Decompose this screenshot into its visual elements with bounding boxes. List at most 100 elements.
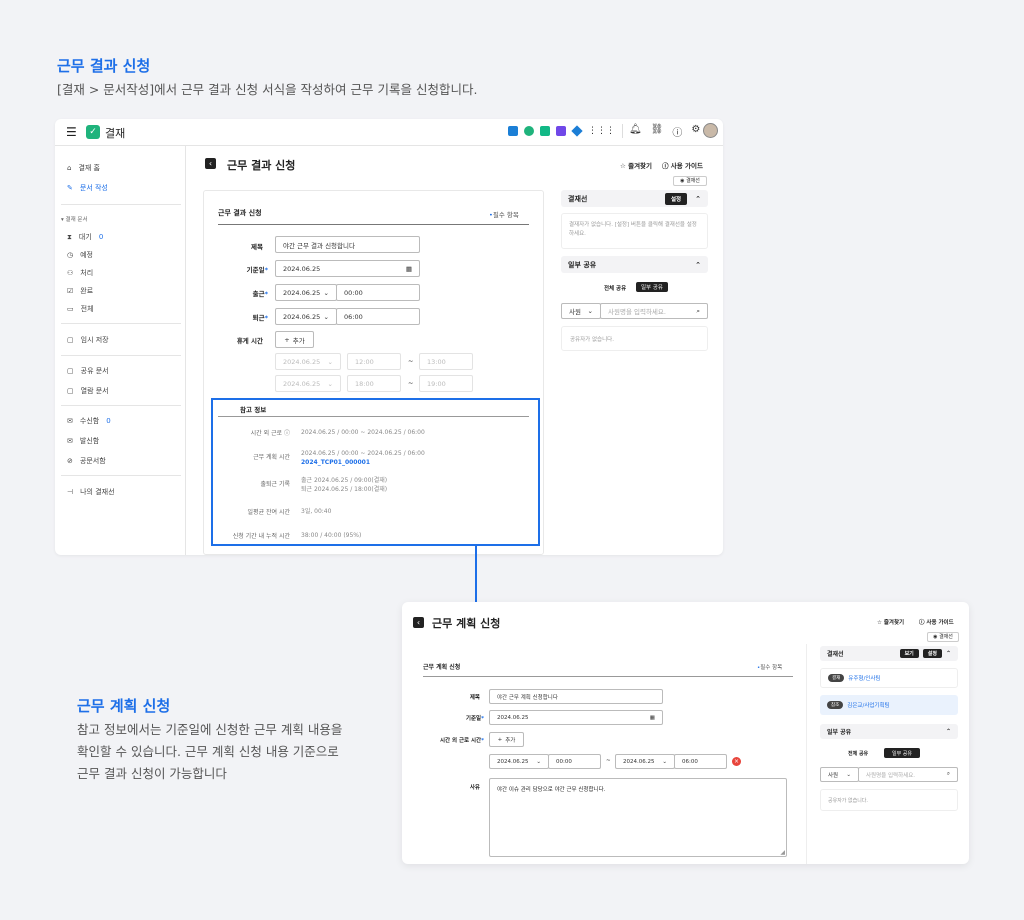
approval-line-button[interactable]: ◉ 결재선	[927, 632, 959, 642]
help-icon[interactable]: ⓘ	[672, 124, 682, 139]
org-icon[interactable]: ⛓︎	[651, 124, 664, 139]
tilde: ~	[408, 357, 414, 365]
resize-handle-icon[interactable]: ◢	[780, 849, 785, 856]
chat-icon[interactable]	[524, 126, 534, 136]
plus-icon: +	[284, 335, 290, 344]
overtime-label: 시간 외 근로 ⓘ	[250, 430, 290, 437]
add-overtime-button[interactable]: + 추가	[489, 732, 524, 747]
break-from-input[interactable]: 12:00	[347, 353, 401, 370]
approver-name[interactable]: 유주형/인사팀	[848, 674, 880, 682]
chevron-up-icon[interactable]: ⌃	[946, 728, 951, 735]
mail-icon[interactable]	[540, 126, 550, 136]
back-icon[interactable]: ‹	[413, 617, 424, 628]
sidebar-item-all[interactable]: ▭ 전체	[67, 304, 94, 314]
chevron-down-icon: ⌄	[846, 771, 851, 778]
share-search-input[interactable]: 사원명을 입력하세요. ⌕	[600, 303, 708, 319]
sidebar-item-viewed[interactable]: ▢ 열람 문서	[67, 386, 109, 396]
share-select[interactable]: 사원 ⌄	[820, 767, 859, 782]
break-to-input[interactable]: 13:00	[419, 353, 473, 370]
subject-input[interactable]: 야간 근무 결과 신청합니다	[275, 236, 420, 253]
app-icons: ⋮⋮⋮	[508, 125, 615, 137]
setting-button[interactable]: 설정	[922, 649, 942, 658]
sidebar-item-scheduled[interactable]: ◷ 예정	[67, 250, 93, 260]
view-button[interactable]: 보기	[899, 649, 919, 658]
sidebar-item-shared[interactable]: ▢ 공유 문서	[67, 366, 109, 376]
share-part-tab[interactable]: 일부 공유	[636, 282, 668, 292]
chevron-up-icon[interactable]: ⌃	[695, 261, 701, 269]
add-break-button[interactable]: + 추가	[275, 331, 314, 348]
date-input[interactable]: 2024.06.25 ▦	[489, 710, 663, 725]
from-date-select[interactable]: 2024.06.25 ⌄	[489, 754, 549, 769]
viewed-icon: ▢	[67, 387, 74, 395]
approver-row: 결재 유주형/인사팀	[820, 668, 958, 688]
accum-value: 38:00 / 40:00 (95%)	[301, 532, 362, 539]
date-input[interactable]: 2024.06.25 ▦	[275, 260, 420, 277]
calendar-icon[interactable]	[556, 126, 566, 136]
sidebar-divider	[61, 204, 181, 205]
sidebar-item-outbox[interactable]: ✉ 발신함	[67, 436, 99, 446]
plan-value: 2024.06.25 / 00:00 ~ 2024.06.25 / 06:00	[301, 450, 425, 457]
search-icon[interactable]: ⌕	[947, 771, 950, 778]
menu-icon[interactable]: ☰	[66, 125, 77, 139]
break-date-select[interactable]: 2024.06.25 ⌄	[275, 375, 341, 392]
avatar[interactable]	[703, 123, 718, 138]
plus-icon: +	[497, 736, 503, 743]
favorite-link[interactable]: ☆ 즐겨찾기	[620, 160, 652, 170]
start-date-select[interactable]: 2024.06.25 ⌄	[275, 284, 337, 301]
guide-link[interactable]: ⓘ 사용 가이드	[919, 618, 954, 626]
plan-link[interactable]: 2024_TCP01_000001	[301, 458, 370, 467]
gear-icon[interactable]: ⚙	[691, 124, 700, 139]
overtime-value: 2024.06.25 / 00:00 ~ 2024.06.25 / 06:00	[301, 429, 425, 436]
reference-name[interactable]: 김은교/사업기획팀	[847, 701, 889, 709]
bell-icon[interactable]: 🔔︎	[629, 124, 642, 139]
share-part-tab[interactable]: 일부 공유	[884, 748, 920, 758]
sidebar-section[interactable]: ▾ 결재 문서	[61, 215, 88, 223]
share-all-tab[interactable]: 전체 공유	[848, 750, 868, 757]
sidebar-item-official[interactable]: ⊘ 공문서함	[67, 456, 106, 466]
search-icon[interactable]: ⌕	[696, 307, 700, 316]
break-to-input[interactable]: 19:00	[419, 375, 473, 392]
pen-icon: ✎	[67, 184, 73, 192]
approval-line-button[interactable]: ◉ 결재선	[673, 176, 707, 186]
sidebar-item-done[interactable]: ☑ 완료	[67, 286, 93, 296]
share-search-input[interactable]: 사원명을 입력하세요. ⌕	[858, 767, 958, 782]
home-icon: ⌂	[67, 164, 72, 172]
favorite-link[interactable]: ☆ 즐겨찾기	[877, 618, 904, 626]
break-from-input[interactable]: 18:00	[347, 375, 401, 392]
sidebar-item-inbox[interactable]: ✉ 수신함 0	[67, 416, 111, 426]
apps-grid-icon[interactable]	[508, 126, 518, 136]
reason-textarea[interactable]: 야간 이슈 관리 담당으로 야간 근무 신청합니다. ◢	[489, 778, 787, 857]
share-all-tab[interactable]: 전체 공유	[604, 284, 626, 292]
drive-icon[interactable]	[571, 125, 583, 137]
from-time-input[interactable]: 00:00	[548, 754, 601, 769]
subject-input[interactable]: 야간 근무 계획 신청합니다	[489, 689, 663, 704]
end-date-select[interactable]: 2024.06.25 ⌄	[275, 308, 337, 325]
start-time-input[interactable]: 00:00	[336, 284, 420, 301]
approval-line-header: 결재선 설정 ⌃	[561, 190, 708, 207]
setting-button[interactable]: 설정	[665, 192, 688, 205]
chevron-down-icon: ⌄	[327, 379, 333, 388]
chevron-up-icon[interactable]: ⌃	[946, 650, 951, 657]
sidebar-item-write[interactable]: ✎ 문서 작성	[67, 183, 108, 193]
remove-icon[interactable]: ×	[732, 757, 741, 766]
commute-label: 출퇴근 기록	[260, 481, 290, 488]
to-date-select[interactable]: 2024.06.25 ⌄	[615, 754, 675, 769]
sidebar-item-processed[interactable]: ⚇ 처리	[67, 268, 93, 278]
break-date-select[interactable]: 2024.06.25 ⌄	[275, 353, 341, 370]
sidebar-item-myline[interactable]: ⊣ 나의 결재선	[67, 487, 115, 497]
share-select[interactable]: 사원 ⌄	[561, 303, 601, 319]
mail-out-icon: ✉	[67, 437, 73, 445]
to-time-input[interactable]: 06:00	[674, 754, 727, 769]
sidebar-item-temp[interactable]: ▢ 임시 저장	[67, 335, 109, 345]
start-label: 출근*	[252, 290, 268, 298]
sidebar-item-home[interactable]: ⌂ 결재 홈	[67, 163, 100, 173]
end-time-input[interactable]: 06:00	[336, 308, 420, 325]
chevron-down-icon: ⌄	[536, 758, 541, 765]
sidebar-item-waiting[interactable]: ⧗ 대기 0	[67, 232, 103, 242]
tilde: ~	[606, 758, 611, 764]
all-apps-icon[interactable]: ⋮⋮⋮	[588, 126, 615, 136]
back-icon[interactable]: ‹	[205, 158, 216, 169]
sidebar-divider	[61, 475, 181, 476]
guide-link[interactable]: ⓘ 사용 가이드	[662, 160, 703, 170]
chevron-up-icon[interactable]: ⌃	[695, 195, 701, 203]
